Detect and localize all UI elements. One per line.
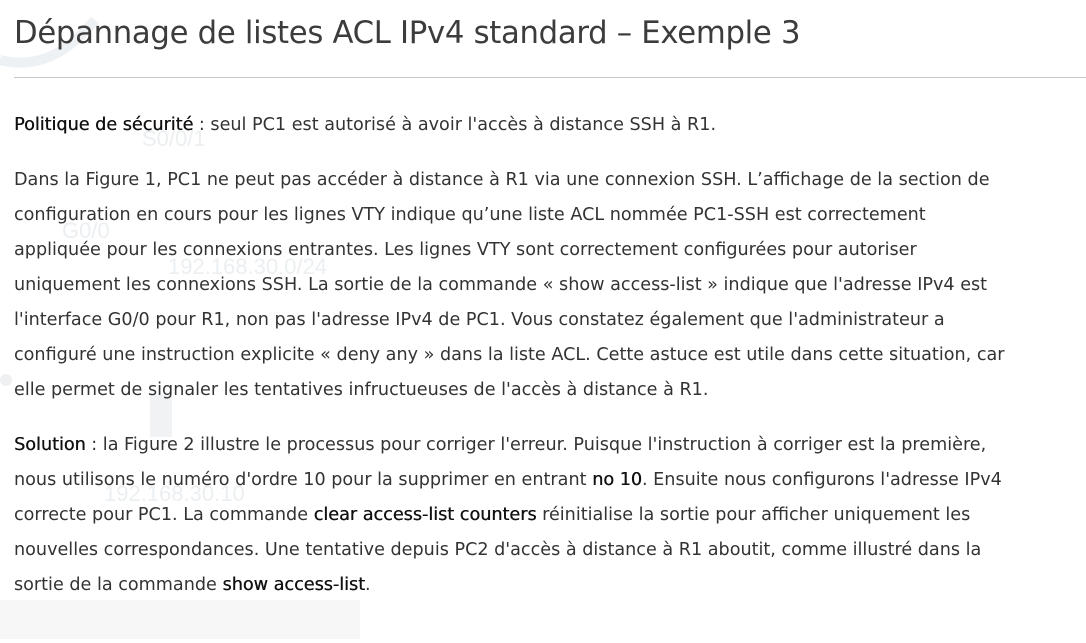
solution-line: nous utilisons le numéro d'ordre 10 pour… — [14, 463, 1086, 498]
security-policy-paragraph: Politique de sécurité : seul PC1 est aut… — [14, 108, 1086, 143]
solution-text: réinitialise la sortie pour afficher uni… — [536, 505, 971, 525]
page-content: Dépannage de listes ACL IPv4 standard – … — [0, 0, 1086, 603]
policy-text: : seul PC1 est autorisé à avoir l'accès … — [193, 115, 717, 135]
description-line: l'interface G0/0 pour R1, non pas l'adre… — [14, 310, 945, 330]
solution-line: Solution : la Figure 2 illustre le proce… — [14, 428, 1086, 463]
description-line: configuré une instruction explicite « de… — [14, 345, 1005, 365]
solution-text: . — [365, 575, 371, 595]
title-divider — [14, 77, 1086, 78]
solution-line: nouvelles correspondances. Une tentative… — [14, 540, 982, 560]
policy-label: Politique de sécurité — [14, 115, 194, 135]
solution-line: sortie de la commande show access-list. — [14, 568, 1086, 603]
solution-text: : la Figure 2 illustre le processus pour… — [85, 435, 987, 455]
solution-text: nous utilisons le numéro d'ordre 10 pour… — [14, 470, 593, 490]
command-no-10: no 10 — [592, 470, 642, 490]
solution-text: sortie de la commande — [14, 575, 223, 595]
description-paragraph: Dans la Figure 1, PC1 ne peut pas accéde… — [14, 163, 1086, 408]
description-line: Dans la Figure 1, PC1 ne peut pas accéde… — [14, 170, 990, 190]
solution-label: Solution — [14, 435, 86, 455]
solution-line: correcte pour PC1. La commande clear acc… — [14, 498, 1086, 533]
solution-text: . Ensuite nous configurons l'adresse IPv… — [642, 470, 1002, 490]
description-line: configuration en cours pour les lignes V… — [14, 205, 926, 225]
solution-paragraph: Solution : la Figure 2 illustre le proce… — [14, 428, 1086, 603]
background-base-shape — [0, 600, 360, 639]
description-line: uniquement les connexions SSH. La sortie… — [14, 275, 988, 295]
description-line: appliquée pour les connexions entrantes.… — [14, 240, 917, 260]
solution-text: correcte pour PC1. La commande — [14, 505, 314, 525]
command-show-access-list: show access-list — [222, 575, 365, 595]
page-title: Dépannage de listes ACL IPv4 standard – … — [14, 15, 801, 51]
command-clear-counters: clear access-list counters — [313, 505, 537, 525]
description-line: elle permet de signaler les tentatives i… — [14, 380, 709, 400]
